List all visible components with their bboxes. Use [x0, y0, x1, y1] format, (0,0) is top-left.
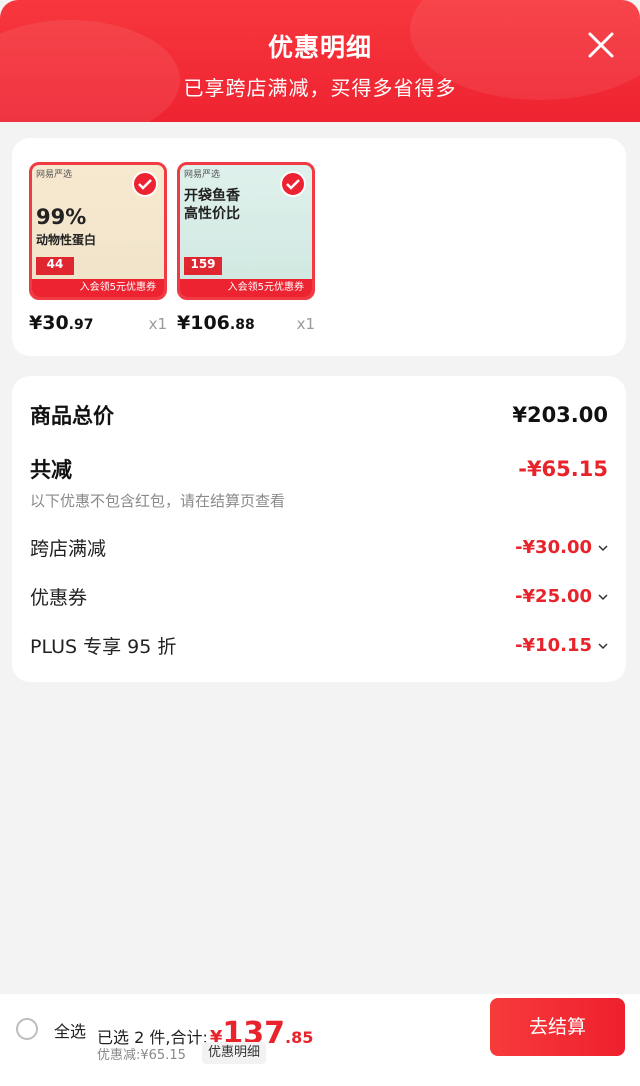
product-headline: 开袋鱼香 [184, 188, 240, 204]
page-title: 优惠明细 [267, 33, 372, 62]
discount-detail-button[interactable]: 优惠明细 [202, 1042, 267, 1064]
total-amount-dec: .85 [285, 1028, 314, 1047]
header: 优惠明细 已享跨店满减，买得多省得多 [0, 0, 640, 122]
discount-details-card: 商品总价 ¥203.00 共减 -¥65.15 以下优惠不包含红包，请在结算页查… [12, 376, 626, 682]
discount-summary: 优惠减:¥65.15 [97, 1048, 186, 1063]
select-all-label[interactable]: 全选 [54, 1018, 86, 1042]
discount-item-row[interactable]: 优惠券 -¥25.00 [30, 583, 608, 610]
total-reduce-row: 共减 -¥65.15 [30, 454, 608, 484]
page-subtitle: 已享跨店满减，买得多省得多 [183, 76, 457, 100]
product-tag-price: 44 [36, 257, 74, 275]
total-reduce-label: 共减 [30, 458, 72, 482]
discount-item-value[interactable]: -¥10.15 [515, 635, 608, 656]
chevron-down-icon [598, 642, 608, 649]
product-item[interactable]: 网易严选 99% 动物性蛋白 44 入会领5元优惠券 ¥30.97 x1 [29, 162, 167, 334]
discount-item-value[interactable]: -¥30.00 [515, 537, 608, 558]
product-quantity: x1 [148, 315, 167, 333]
discount-item-row[interactable]: 跨店满减 -¥30.00 [30, 534, 608, 561]
price-row: ¥106.88 x1 [177, 312, 315, 334]
discount-item-label: 优惠券 [30, 587, 88, 609]
chevron-down-icon [598, 544, 608, 551]
discount-item-row[interactable]: PLUS 专享 95 折 -¥10.15 [30, 632, 608, 659]
product-image[interactable]: 网易严选 开袋鱼香 高性价比 159 入会领5元优惠券 [177, 162, 315, 300]
chevron-down-icon [598, 593, 608, 600]
product-banner: 入会领5元优惠券 [32, 279, 164, 297]
total-reduce-value: -¥65.15 [518, 457, 608, 481]
total-price-value: ¥203.00 [512, 403, 608, 427]
total-price-row: 商品总价 ¥203.00 [30, 400, 608, 430]
discount-item-label: 跨店满减 [30, 538, 107, 560]
checkout-bar: 全选 已选 2 件,合计: ¥ 137 .85 优惠减:¥65.15 优惠明细 … [0, 994, 640, 1086]
product-price: ¥30.97 [29, 312, 94, 334]
discount-note: 以下优惠不包含红包，请在结算页查看 [30, 492, 286, 510]
check-icon [132, 171, 158, 197]
checkout-button[interactable]: 去结算 [490, 998, 625, 1056]
close-icon[interactable] [586, 30, 616, 60]
brand-label: 网易严选 [184, 170, 221, 180]
check-icon [280, 171, 306, 197]
total-price-label: 商品总价 [30, 404, 114, 428]
product-banner: 入会领5元优惠券 [180, 279, 312, 297]
product-item[interactable]: 网易严选 开袋鱼香 高性价比 159 入会领5元优惠券 ¥106.88 x1 [177, 162, 315, 334]
products-card: 网易严选 99% 动物性蛋白 44 入会领5元优惠券 ¥30.97 x1 网易严… [12, 138, 626, 356]
discount-item-value[interactable]: -¥25.00 [515, 586, 608, 607]
product-image[interactable]: 网易严选 99% 动物性蛋白 44 入会领5元优惠券 [29, 162, 167, 300]
select-all-radio[interactable] [16, 1018, 38, 1040]
product-tag-price: 159 [184, 257, 222, 275]
price-row: ¥30.97 x1 [29, 312, 167, 334]
product-price: ¥106.88 [177, 312, 255, 334]
product-subheadline: 动物性蛋白 [36, 233, 97, 247]
discount-item-label: PLUS 专享 95 折 [30, 636, 177, 658]
product-quantity: x1 [296, 315, 315, 333]
brand-label: 网易严选 [36, 170, 73, 180]
product-subheadline: 高性价比 [184, 206, 240, 222]
product-headline: 99% [36, 205, 87, 229]
